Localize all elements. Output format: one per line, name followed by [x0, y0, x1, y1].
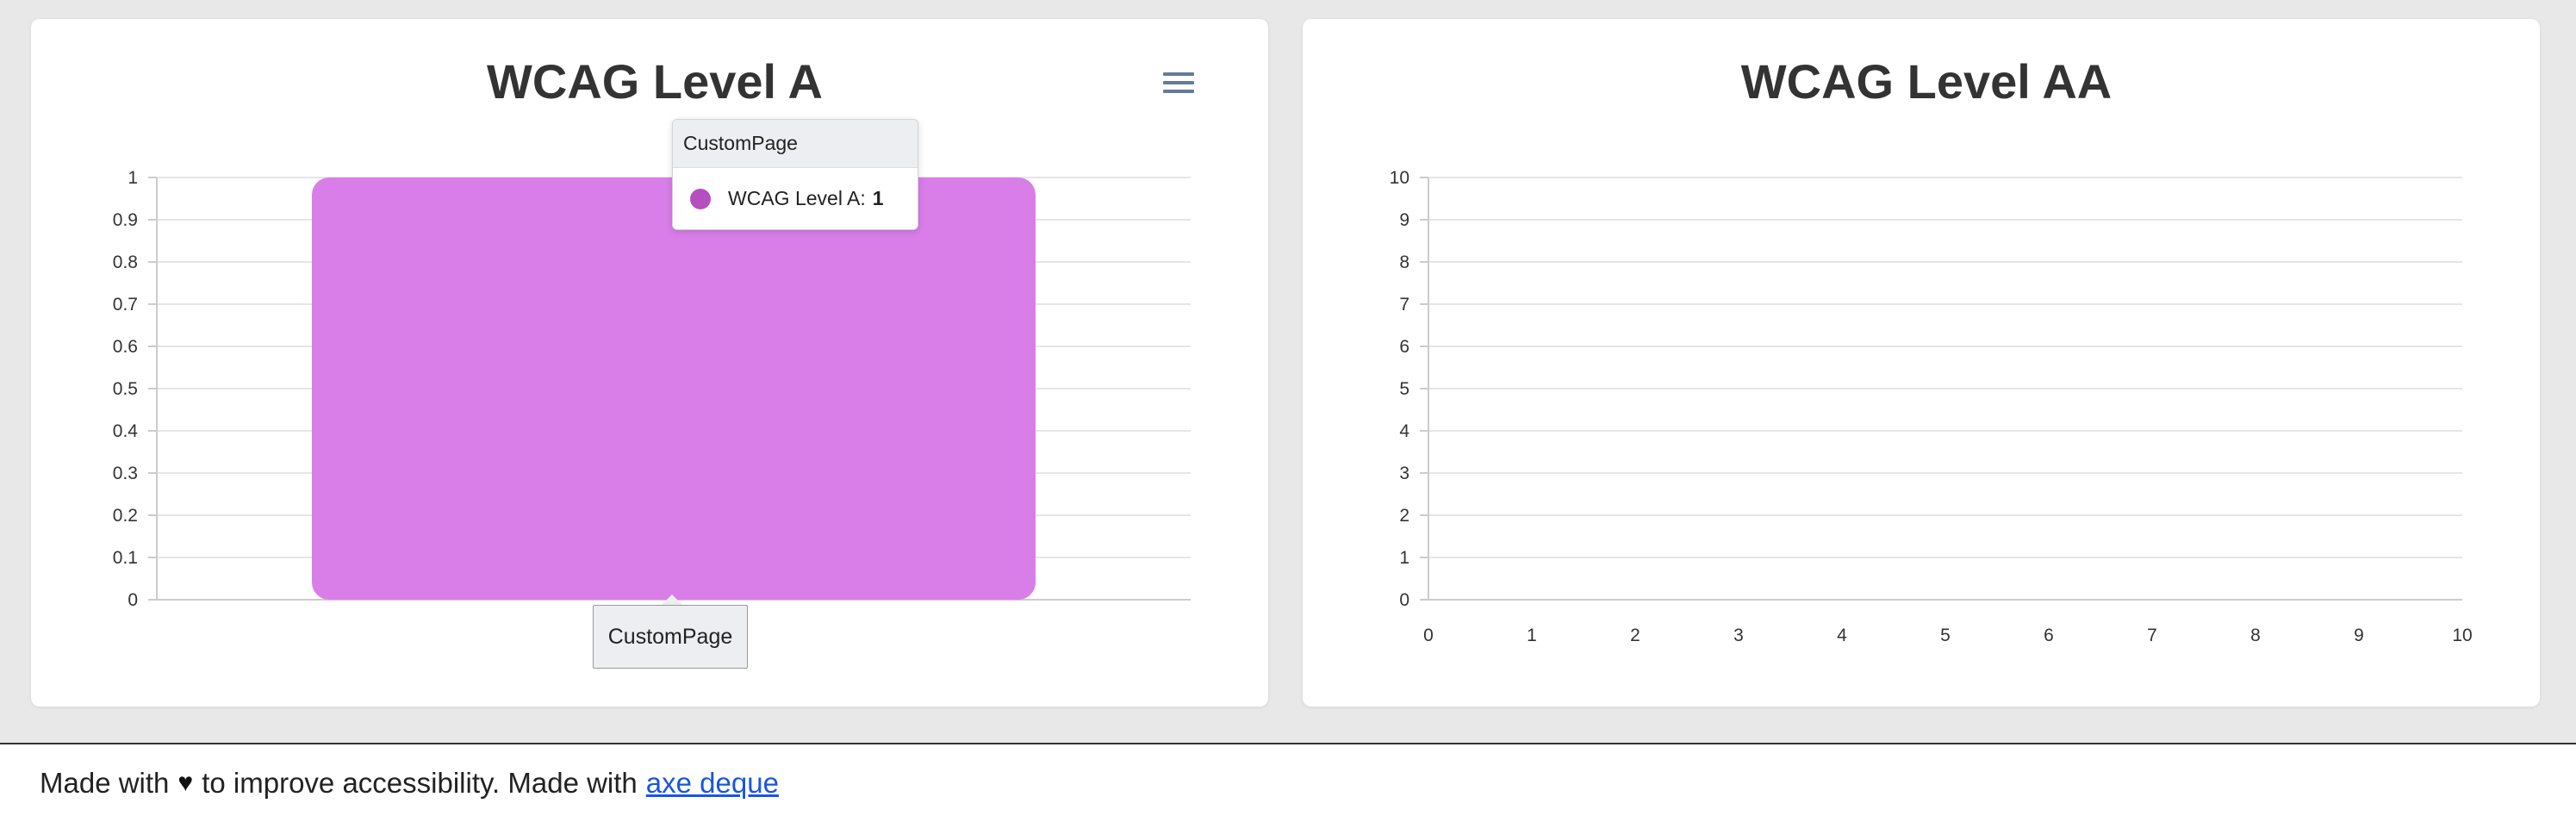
hamburger-menu-icon[interactable] [1163, 72, 1194, 98]
tooltip-body: WCAG Level A: 1 [673, 168, 918, 229]
y-tick-label: 5 [1399, 379, 1409, 399]
y-tick-label: 0.3 [113, 464, 138, 483]
y-tick-label: 2 [1399, 506, 1409, 526]
tooltip-value: 1 [872, 187, 884, 209]
y-tick-label: 0.2 [113, 506, 138, 526]
chart-title: WCAG Level A [487, 54, 823, 109]
bar [312, 177, 1036, 600]
x-tick-label: 6 [2044, 626, 2054, 645]
y-tick-label: 0 [128, 590, 138, 610]
y-tick-label: 8 [1399, 252, 1409, 272]
chart-card-wcag-a: WCAG Level A 0 0.1 0.2 0.3 0.4 0.5 0.6 0.7 0.8 0.9… [31, 19, 1268, 707]
x-tick-label: 4 [1837, 626, 1847, 645]
footer-text-after: to improve accessibility. Made with [202, 767, 638, 799]
y-tick-label: 0 [1399, 590, 1409, 610]
y-tick-label: 0.5 [113, 379, 138, 399]
x-tick-label: 1 [1527, 626, 1537, 645]
y-tick-label: 1 [128, 168, 138, 188]
series-dot-icon [690, 188, 711, 209]
y-tick-label: 7 [1399, 295, 1409, 314]
x-tick-label: 3 [1733, 626, 1744, 645]
y-tick-label: 0.4 [113, 421, 139, 441]
y-tick-label: 4 [1399, 421, 1409, 441]
y-tick-label: 10 [1390, 168, 1409, 188]
chart-wcag-aa: WCAG Level AA 0 1 2 3 4 5 6 7 8 9 10 0 1 2 3 4 5 6 7 8 9 10 [1390, 54, 2473, 645]
x-tick-label: 9 [2354, 626, 2364, 645]
footer-text-before: Made with [40, 767, 170, 799]
y-tick-label: 0.7 [113, 295, 138, 314]
y-tick-label: 9 [1399, 210, 1409, 230]
y-tick-label: 3 [1399, 464, 1409, 483]
y-tick-label: 0.1 [113, 548, 138, 568]
tooltip-header: CustomPage [673, 120, 918, 168]
chart-card-wcag-aa: WCAG Level AA 0 1 2 3 4 5 6 7 8 9 10 0 1 2 3 4 5 6 7 8 9 10 [1303, 19, 2540, 707]
chart-title: WCAG Level AA [1741, 54, 2112, 109]
series-tooltip: CustomPage WCAG Level A: 1 [672, 119, 918, 230]
x-tick-label: 2 [1630, 626, 1640, 645]
y-tick-label: 1 [1399, 548, 1409, 568]
x-axis-tooltip: CustomPage [593, 605, 748, 669]
y-tick-label: 6 [1399, 337, 1409, 357]
footer: Made with ♥ to improve accessibility. Ma… [0, 743, 2576, 822]
x-tick-label: 5 [1940, 626, 1951, 645]
chart-wcag-a: WCAG Level A 0 0.1 0.2 0.3 0.4 0.5 0.6 0.7 0.8 0.9… [113, 54, 1191, 610]
x-tick-label: 8 [2250, 626, 2261, 645]
y-tick-label: 0.9 [113, 210, 138, 230]
y-tick-label: 0.6 [113, 337, 138, 357]
axe-deque-link[interactable]: axe deque [646, 767, 779, 800]
x-tick-label: 0 [1423, 626, 1434, 645]
tooltip-series-label: WCAG Level A: [728, 187, 866, 209]
x-tick-label: 10 [2452, 626, 2472, 645]
x-tick-label: 7 [2147, 626, 2157, 645]
heart-icon: ♥ [177, 769, 194, 797]
x-tooltip-arrow [662, 595, 682, 605]
y-tick-label: 0.8 [113, 252, 138, 272]
